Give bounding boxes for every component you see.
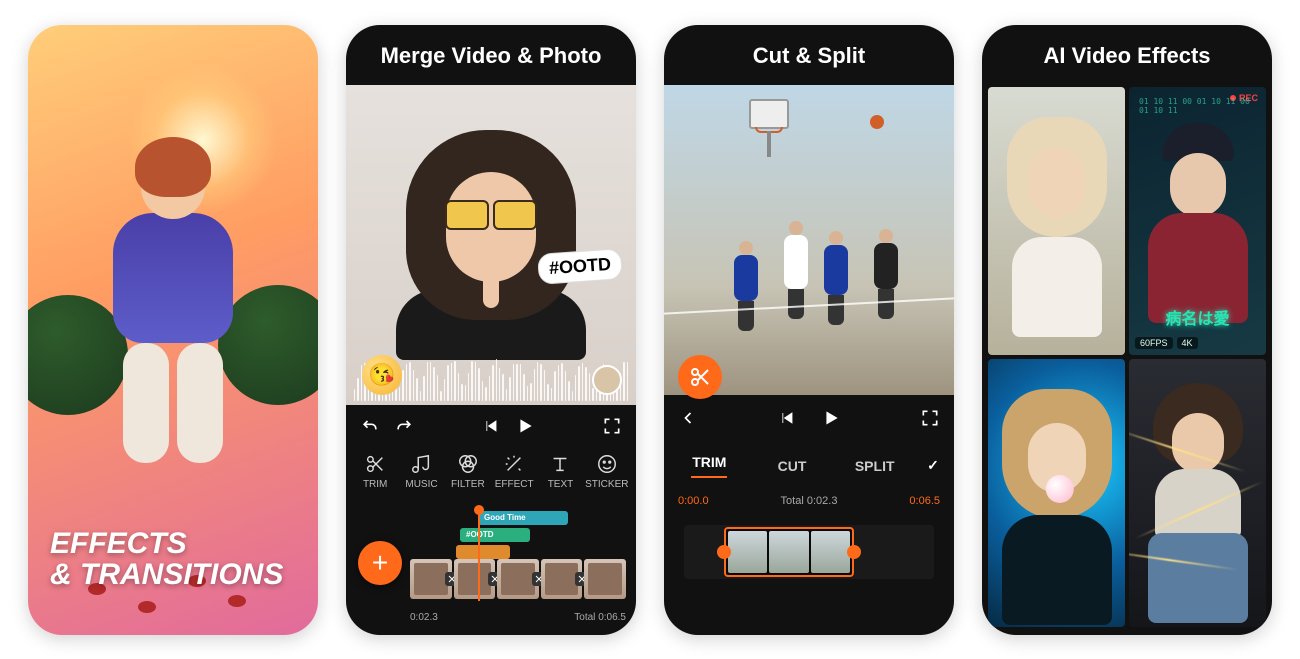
fps-tag: 60FPS bbox=[1135, 337, 1173, 349]
filter-icon bbox=[457, 453, 479, 475]
time-row: 0:00.0 Total 0:02.3 0:06.5 bbox=[678, 495, 940, 507]
tool-effect[interactable]: EFFECT bbox=[491, 453, 537, 507]
tab-trim[interactable]: TRIM bbox=[668, 454, 751, 478]
caption-line1: EFFECTS bbox=[50, 528, 283, 560]
trim-selection[interactable] bbox=[724, 527, 854, 577]
tool-label: TRIM bbox=[363, 479, 387, 490]
tool-trim[interactable]: TRIM bbox=[352, 453, 398, 507]
clip-track[interactable] bbox=[410, 559, 626, 599]
tool-sticker[interactable]: STICKER bbox=[584, 453, 630, 507]
time-total: Total 0:02.3 bbox=[781, 495, 838, 507]
music-layer[interactable]: Good Time bbox=[478, 511, 568, 525]
current-time: 0:02.3 bbox=[410, 612, 438, 623]
sticker-layer[interactable] bbox=[456, 545, 510, 559]
clip-thumb[interactable] bbox=[584, 559, 626, 599]
tool-label: FILTER bbox=[451, 479, 485, 490]
fullscreen-icon[interactable] bbox=[602, 416, 622, 436]
play-icon[interactable] bbox=[515, 416, 535, 436]
tool-label: TEXT bbox=[548, 479, 574, 490]
prev-icon[interactable] bbox=[777, 408, 797, 428]
tool-filter[interactable]: FILTER bbox=[445, 453, 491, 507]
editor-toolbar: TRIM MUSIC FILTER EFFECT TEXT STICKER bbox=[346, 447, 636, 507]
effects-grid: REC 01 10 11 00 01 10 11 00 01 10 11 病名は… bbox=[988, 87, 1266, 627]
prev-icon[interactable] bbox=[481, 416, 501, 436]
resolution-tag: 4K bbox=[1177, 337, 1198, 349]
tab-cut[interactable]: CUT bbox=[751, 458, 834, 474]
back-icon[interactable] bbox=[678, 408, 698, 428]
tool-label: STICKER bbox=[585, 479, 628, 490]
basketball bbox=[870, 115, 884, 129]
undo-icon[interactable] bbox=[360, 416, 380, 436]
panel-title: AI Video Effects bbox=[982, 43, 1272, 69]
neon-text: 病名は愛 bbox=[1129, 305, 1266, 329]
effect-sample-natural[interactable] bbox=[988, 87, 1125, 355]
scissors-icon bbox=[364, 453, 386, 475]
time-end: 0:06.5 bbox=[909, 495, 940, 507]
video-preview[interactable] bbox=[664, 85, 954, 395]
caption-line2: & TRANSITIONS bbox=[50, 559, 283, 591]
panel-caption: EFFECTS & TRANSITIONS bbox=[50, 528, 283, 591]
person-illustration bbox=[113, 155, 233, 463]
player bbox=[874, 243, 898, 289]
effect-sample-glow[interactable] bbox=[988, 359, 1125, 627]
trim-handle-right[interactable] bbox=[847, 545, 861, 559]
edit-mode-tabs: TRIM CUT SPLIT ✓ bbox=[664, 443, 954, 489]
trim-handle-left[interactable] bbox=[717, 545, 731, 559]
trim-track[interactable] bbox=[684, 525, 934, 579]
total-time: Total 0:06.5 bbox=[574, 612, 626, 623]
effect-sample-neon[interactable]: REC 01 10 11 00 01 10 11 00 01 10 11 病名は… bbox=[1129, 87, 1266, 355]
player bbox=[784, 235, 808, 289]
creator-avatar[interactable] bbox=[592, 365, 622, 395]
tool-text[interactable]: TEXT bbox=[537, 453, 583, 507]
add-clip-button[interactable]: + bbox=[358, 541, 402, 585]
player bbox=[734, 255, 758, 301]
video-preview[interactable]: #OOTD 😘 bbox=[346, 85, 636, 405]
panel-cut-split: Cut & Split TRIM CUT SPLIT ✓ 0:00.0 Tota… bbox=[664, 25, 954, 635]
magic-wand-icon bbox=[503, 453, 525, 475]
smiley-icon bbox=[596, 453, 618, 475]
quality-tags: 60FPS 4K bbox=[1135, 337, 1198, 349]
person-illustration bbox=[396, 130, 586, 360]
clip-thumb[interactable] bbox=[454, 559, 496, 599]
plant-decoration bbox=[218, 285, 318, 405]
text-layer[interactable]: #OOTD bbox=[460, 528, 530, 542]
play-icon[interactable] bbox=[821, 408, 841, 428]
text-icon bbox=[549, 453, 571, 475]
kiss-emoji-sticker[interactable]: 😘 bbox=[362, 355, 402, 395]
ootd-sticker[interactable]: #OOTD bbox=[537, 248, 623, 285]
cut-badge-icon bbox=[678, 355, 722, 399]
playback-controls bbox=[664, 397, 954, 439]
panel-merge-video-photo: Merge Video & Photo #OOTD 😘 TRIM MUSIC bbox=[346, 25, 636, 635]
confirm-check-icon[interactable]: ✓ bbox=[916, 457, 950, 474]
tool-music[interactable]: MUSIC bbox=[398, 453, 444, 507]
fullscreen-icon[interactable] bbox=[920, 408, 940, 428]
panel-title: Merge Video & Photo bbox=[346, 43, 636, 69]
panel-ai-video-effects: AI Video Effects REC 01 10 11 00 01 10 1… bbox=[982, 25, 1272, 635]
clip-thumb[interactable] bbox=[497, 559, 539, 599]
clip-thumb[interactable] bbox=[541, 559, 583, 599]
playhead[interactable] bbox=[478, 511, 480, 601]
basketball-hoop bbox=[734, 99, 804, 159]
redo-icon[interactable] bbox=[394, 416, 414, 436]
time-start: 0:00.0 bbox=[678, 495, 709, 507]
tool-label: MUSIC bbox=[405, 479, 437, 490]
bubblegum bbox=[1045, 475, 1073, 503]
panel-title: Cut & Split bbox=[664, 43, 954, 69]
music-note-icon bbox=[410, 453, 432, 475]
tool-label: EFFECT bbox=[495, 479, 534, 490]
time-indicator: 0:02.3 Total 0:06.5 bbox=[410, 612, 626, 623]
playback-controls bbox=[346, 405, 636, 447]
tab-split[interactable]: SPLIT bbox=[833, 458, 916, 474]
clip-thumb[interactable] bbox=[410, 559, 452, 599]
player bbox=[824, 245, 848, 295]
panel-effects-transitions: EFFECTS & TRANSITIONS bbox=[28, 25, 318, 635]
effect-sample-sparkle[interactable] bbox=[1129, 359, 1266, 627]
